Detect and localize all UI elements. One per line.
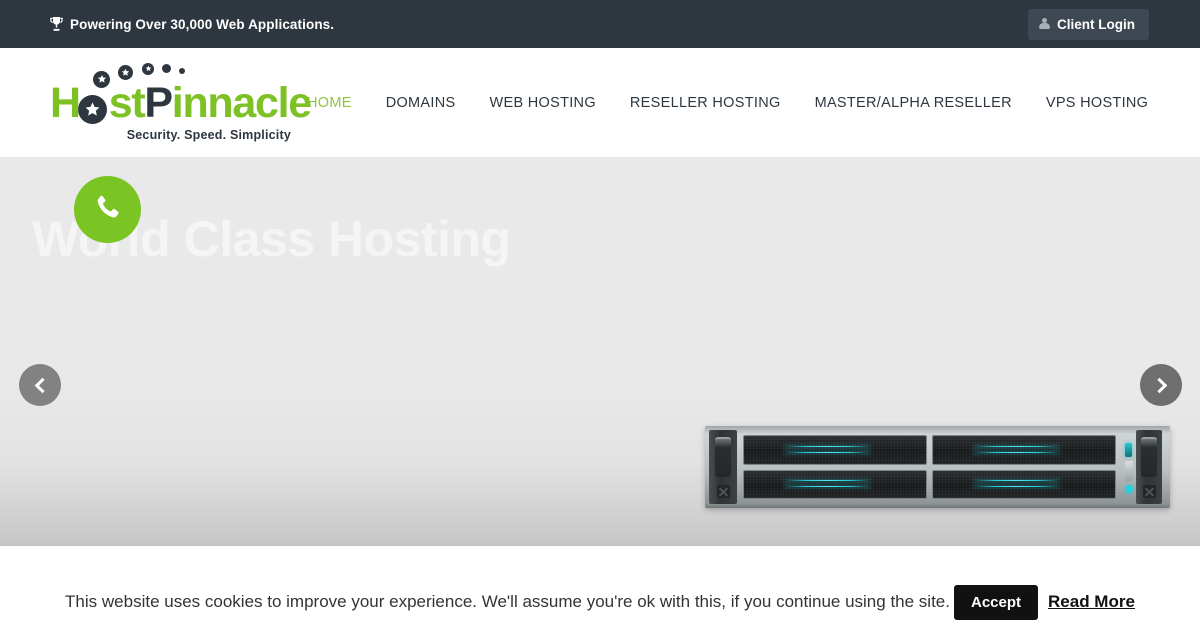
server-drive-bays — [737, 430, 1122, 504]
top-announcement-bar: Powering Over 30,000 Web Applications. C… — [0, 0, 1200, 48]
logo-star-dot-3-icon — [142, 62, 154, 75]
server-bay — [743, 435, 927, 465]
server-screw-icon — [717, 485, 730, 498]
slider-prev-button[interactable] — [19, 364, 61, 406]
server-bay — [932, 469, 1116, 499]
server-power-led-icon — [1125, 443, 1132, 457]
phone-icon — [92, 192, 123, 228]
chevron-right-icon — [1151, 377, 1167, 393]
server-left-handle — [709, 430, 737, 504]
site-header: HstPinnacle Security. Speed. Simplicity … — [0, 48, 1200, 158]
bay-led — [973, 486, 1061, 488]
bay-led — [784, 451, 872, 453]
bay-led — [784, 480, 872, 482]
promo-text: Powering Over 30,000 Web Applications. — [70, 16, 335, 32]
bay-led — [784, 445, 872, 447]
server-right-handle — [1136, 430, 1162, 504]
server-handle-slot — [715, 437, 731, 477]
nav-item-web-hosting[interactable]: WEB HOSTING — [472, 95, 612, 111]
logo-text-pinnacle-p: P — [144, 78, 173, 127]
cookie-consent-bar: This website uses cookies to improve you… — [0, 570, 1200, 634]
logo-text-h: H — [50, 78, 81, 127]
nav-item-vps-hosting[interactable]: VPS HOSTING — [1029, 95, 1165, 111]
cookie-accept-button[interactable]: Accept — [953, 584, 1039, 620]
logo-wordmark: HstPinnacle — [50, 78, 312, 127]
bay-led — [784, 486, 872, 488]
promo-message: Powering Over 30,000 Web Applications. — [50, 17, 334, 32]
hero-slider: World Class Hosting — [0, 158, 1200, 546]
logo-star-dot-2-icon — [118, 64, 133, 80]
logo-text-st: st — [108, 78, 146, 127]
server-right-section — [1122, 430, 1166, 504]
bay-led — [973, 451, 1061, 453]
server-illustration — [705, 426, 1170, 508]
nav-item-master-alpha-reseller[interactable]: MASTER/ALPHA RESELLER — [798, 95, 1029, 111]
logo-star-dot-4-icon — [162, 63, 171, 73]
cookie-message: This website uses cookies to improve you… — [65, 592, 950, 611]
logo-text-pinnacle-rest: innacle — [171, 78, 312, 127]
floating-call-button[interactable] — [74, 176, 141, 243]
bay-led — [973, 480, 1061, 482]
chevron-left-icon — [34, 377, 50, 393]
server-bay — [743, 469, 927, 499]
server-bay — [932, 435, 1116, 465]
server-status-panel — [1122, 430, 1136, 504]
logo-star-dot-5-icon — [179, 67, 185, 74]
client-login-button[interactable]: Client Login — [1028, 8, 1149, 40]
nav-item-reseller-hosting[interactable]: RESELLER HOSTING — [613, 95, 798, 111]
trophy-icon — [50, 17, 63, 31]
user-icon — [1039, 18, 1050, 30]
slider-next-button[interactable] — [1140, 364, 1182, 406]
main-navigation: HOME DOMAINS WEB HOSTING RESELLER HOSTIN… — [290, 95, 1165, 111]
bay-led — [973, 445, 1061, 447]
site-logo[interactable]: HstPinnacle Security. Speed. Simplicity — [50, 60, 312, 146]
client-login-label: Client Login — [1057, 16, 1135, 32]
server-power-button — [1125, 461, 1133, 481]
server-screw-icon — [1143, 485, 1156, 498]
server-handle-slot — [1141, 437, 1157, 477]
logo-tagline: Security. Speed. Simplicity — [126, 127, 291, 142]
server-activity-led-icon — [1125, 485, 1133, 493]
cookie-read-more-link[interactable]: Read More — [1048, 592, 1135, 612]
nav-item-domains[interactable]: DOMAINS — [369, 95, 473, 111]
